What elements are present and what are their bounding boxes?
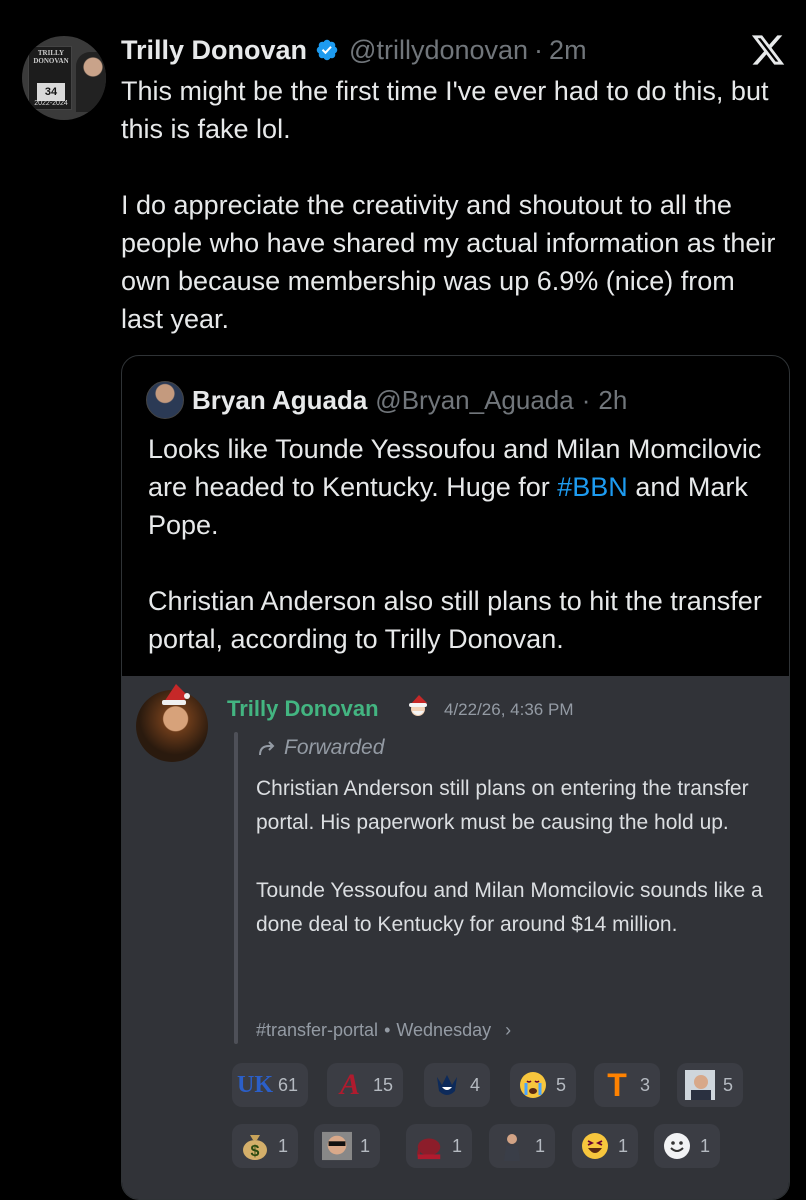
footer-bullet: • (384, 1020, 391, 1040)
sunglasses-man-icon (322, 1131, 352, 1161)
forwarded-label: Forwarded (256, 736, 384, 760)
tweet-header: Trilly Donovan @trillydonovan · 2m (121, 30, 587, 70)
jersey-years: 2022-2024 (34, 100, 68, 107)
reaction-uconn[interactable]: 4 (424, 1063, 491, 1107)
reaction-count: 1 (360, 1135, 371, 1156)
quoted-tweet[interactable]: Bryan Aguada @Bryan_Aguada · 2h Looks li… (121, 355, 790, 1200)
smiley-icon (662, 1131, 692, 1161)
footer-day: Wednesday (396, 1020, 492, 1040)
quote-author-name: Bryan Aguada (192, 384, 368, 415)
verified-badge-icon (316, 39, 338, 61)
uk-logo-icon: UK (237, 1071, 273, 1098)
jersey-name-text: TRILLY DONOVAN (33, 49, 69, 65)
x-logo-icon[interactable] (750, 32, 786, 68)
quote-avatar (146, 381, 184, 419)
author-avatar[interactable]: TRILLY DONOVAN 34 2022-2024 (22, 36, 106, 120)
reaction-tennessee[interactable]: T 3 (594, 1063, 661, 1107)
tennessee-logo-icon: T (607, 1066, 627, 1103)
reaction-money[interactable]: $ 1 (232, 1124, 299, 1168)
channel-name: #transfer-portal (256, 1020, 379, 1040)
reaction-count: 1 (278, 1135, 289, 1156)
svg-text:$: $ (251, 1143, 260, 1160)
reaction-alabama[interactable]: A 15 (327, 1063, 404, 1107)
reaction-count: 1 (535, 1135, 546, 1156)
discord-screenshot: Trilly Donovan 4/22/26, 4:36 PM Forwarde… (122, 676, 789, 1199)
reaction-count: 15 (373, 1074, 394, 1095)
crying-face-icon (518, 1070, 548, 1100)
reaction-uk[interactable]: UK 61 (232, 1063, 309, 1107)
tweet-time[interactable]: 2m (549, 35, 587, 66)
uconn-husky-icon (432, 1070, 462, 1100)
reaction-smiley[interactable]: 1 (654, 1124, 721, 1168)
coach-standing-icon (497, 1131, 527, 1161)
alabama-logo-icon: A (339, 1068, 360, 1101)
santa-hat-icon (162, 684, 190, 705)
reaction-count: 61 (278, 1074, 299, 1095)
discord-timestamp: 4/22/26, 4:36 PM (444, 700, 574, 719)
reaction-count: 5 (723, 1074, 734, 1095)
discord-message-footer: #transfer-portal • Wednesday › (256, 1020, 511, 1041)
reaction-count: 3 (640, 1074, 651, 1095)
santa-badge-icon (409, 695, 427, 716)
quote-text: Looks like Tounde Yessoufou and Milan Mo… (148, 430, 778, 658)
laughing-face-icon (580, 1131, 610, 1161)
chevron-right-icon: › (505, 1020, 512, 1040)
jersey-image: TRILLY DONOVAN 34 2022-2024 (28, 46, 72, 110)
quote-header: Bryan Aguada @Bryan_Aguada · 2h (146, 378, 627, 422)
reaction-count: 5 (556, 1074, 567, 1095)
reaction-count: 1 (700, 1135, 711, 1156)
alabama-elephant-icon (414, 1131, 444, 1161)
quote-text-paragraph: Christian Anderson also still plans to h… (148, 586, 762, 654)
reaction-crying[interactable]: 5 (510, 1063, 577, 1107)
coach-face-icon (685, 1070, 715, 1100)
reaction-laughing[interactable]: 1 (572, 1124, 639, 1168)
quote-time: 2h (598, 384, 628, 415)
discord-username: Trilly Donovan (227, 696, 379, 721)
hashtag-link[interactable]: #BBN (557, 472, 628, 502)
reaction-elephant[interactable]: 1 (406, 1124, 473, 1168)
quote-handle: @Bryan_Aguada (375, 384, 574, 415)
reaction-coach-standing[interactable]: 1 (489, 1124, 556, 1168)
money-bag-icon: $ (240, 1131, 270, 1161)
author-handle[interactable]: @trillydonovan (349, 35, 528, 66)
forwarded-text: Forwarded (284, 736, 385, 759)
discord-message-body: Christian Anderson still plans on enteri… (256, 777, 763, 936)
reaction-count: 1 (452, 1135, 463, 1156)
separator-dot: · (534, 34, 544, 65)
reaction-count: 1 (618, 1135, 629, 1156)
reaction-count: 4 (470, 1074, 481, 1095)
forward-arrow-icon (259, 741, 275, 756)
avatar-person (76, 52, 106, 112)
forward-bar (234, 732, 238, 1044)
tweet-text: This might be the first time I've ever h… (121, 76, 776, 334)
reaction-coach[interactable]: 5 (677, 1063, 744, 1107)
separator-dot: · (581, 384, 591, 415)
reaction-sunglasses[interactable]: 1 (314, 1124, 381, 1168)
author-name[interactable]: Trilly Donovan (121, 35, 307, 66)
jersey-number: 34 (37, 83, 65, 101)
